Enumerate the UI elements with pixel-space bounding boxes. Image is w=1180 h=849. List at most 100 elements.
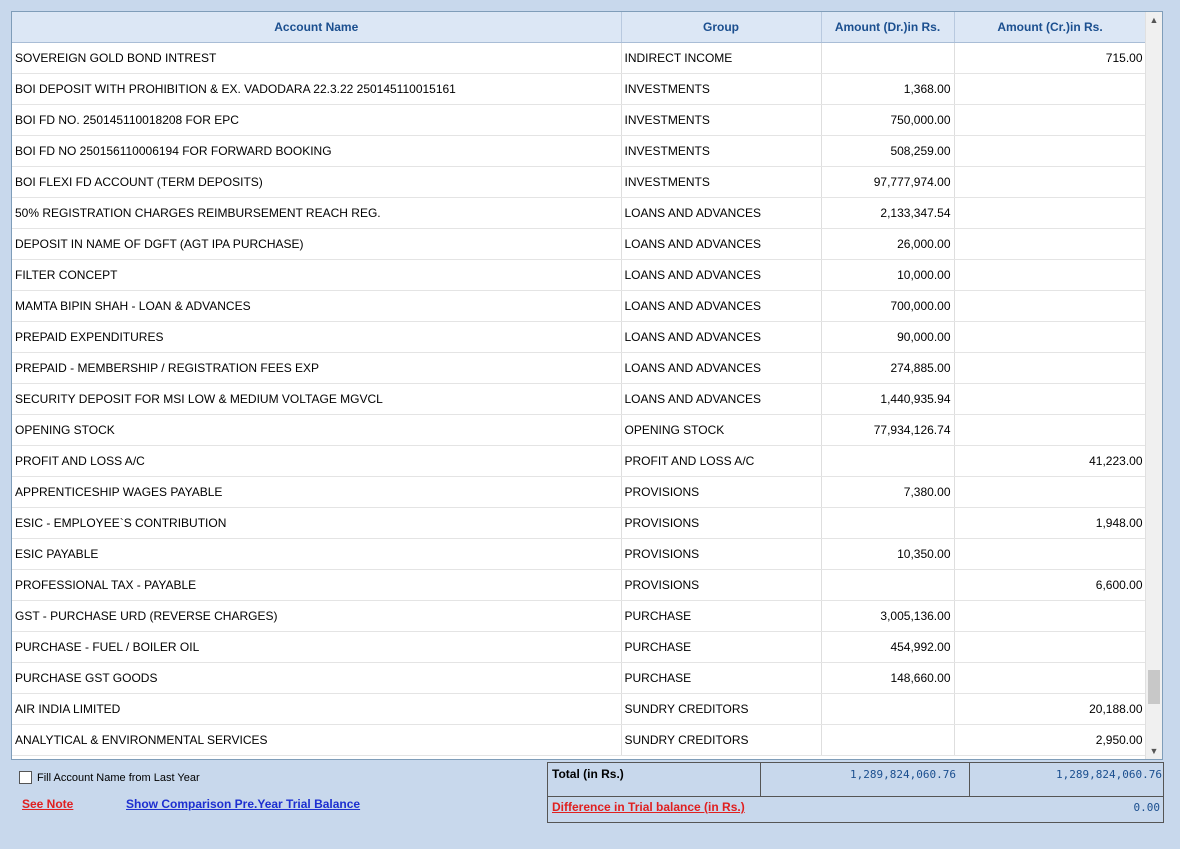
table-row[interactable]: BOI FD NO. 250145110018208 FOR EPC INVEST… [12, 104, 1147, 136]
cell-amount-dr[interactable]: 77,934,126.74 [821, 414, 955, 446]
cell-group[interactable]: INVESTMENTS [621, 135, 822, 167]
scrollbar-thumb[interactable] [1148, 670, 1160, 704]
table-row[interactable]: ESIC PAYABLE PROVISIONS 10,350.00 [12, 538, 1147, 570]
chevron-down-icon[interactable]: ▼ [1146, 743, 1162, 759]
table-row[interactable]: SOVEREIGN GOLD BOND INTREST INDIRECT INCO… [12, 42, 1147, 74]
cell-amount-cr[interactable]: 1,948.00 [954, 507, 1147, 539]
cell-group[interactable]: LOANS AND ADVANCES [621, 197, 822, 229]
cell-account-name[interactable]: PREPAID - MEMBERSHIP / REGISTRATION FEES… [12, 352, 622, 384]
cell-group[interactable]: SUNDRY CREDITORS [621, 693, 822, 725]
cell-amount-cr[interactable] [954, 600, 1147, 632]
cell-amount-cr[interactable] [954, 414, 1147, 446]
cell-amount-cr[interactable] [954, 538, 1147, 570]
column-header-account-name[interactable]: Account Name [12, 12, 622, 43]
cell-account-name[interactable]: PROFESSIONAL TAX - PAYABLE [12, 569, 622, 601]
cell-group[interactable]: INDIRECT INCOME [621, 42, 822, 74]
cell-amount-cr[interactable]: 2,950.00 [954, 724, 1147, 756]
cell-group[interactable]: LOANS AND ADVANCES [621, 228, 822, 260]
cell-account-name[interactable]: APPRENTICESHIP WAGES PAYABLE [12, 476, 622, 508]
cell-account-name[interactable]: FILTER CONCEPT [12, 259, 622, 291]
table-row[interactable]: DEPOSIT IN NAME OF DGFT (AGT IPA PURCHAS… [12, 228, 1147, 260]
cell-account-name[interactable]: BOI FD NO 250156110006194 FOR FORWARD BO… [12, 135, 622, 167]
cell-account-name[interactable]: BOI FLEXI FD ACCOUNT (TERM DEPOSITS) [12, 166, 622, 198]
cell-account-name[interactable]: SECURITY DEPOSIT FOR MSI LOW & MEDIUM VO… [12, 383, 622, 415]
column-header-amount-dr[interactable]: Amount (Dr.)in Rs. [821, 12, 955, 43]
cell-amount-cr[interactable]: 715.00 [954, 42, 1147, 74]
cell-account-name[interactable]: PURCHASE GST GOODS [12, 662, 622, 694]
cell-amount-dr[interactable] [821, 42, 955, 74]
table-row[interactable]: FILTER CONCEPT LOANS AND ADVANCES 10,000.0… [12, 259, 1147, 291]
table-row[interactable]: MAMTA BIPIN SHAH - LOAN & ADVANCES LOANS … [12, 290, 1147, 322]
cell-group[interactable]: OPENING STOCK [621, 414, 822, 446]
cell-amount-dr[interactable]: 454,992.00 [821, 631, 955, 663]
cell-group[interactable]: PROVISIONS [621, 569, 822, 601]
cell-amount-cr[interactable] [954, 228, 1147, 260]
cell-amount-cr[interactable] [954, 321, 1147, 353]
cell-amount-cr[interactable]: 41,223.00 [954, 445, 1147, 477]
table-row[interactable]: PREPAID EXPENDITURES LOANS AND ADVANCES 90… [12, 321, 1147, 353]
table-row[interactable]: BOI FD NO 250156110006194 FOR FORWARD BO… [12, 135, 1147, 167]
table-row[interactable]: APPRENTICESHIP WAGES PAYABLE PROVISIONS 7,… [12, 476, 1147, 508]
table-row[interactable]: SECURITY DEPOSIT FOR MSI LOW & MEDIUM VO… [12, 383, 1147, 415]
difference-label-link[interactable]: Difference in Trial balance (in Rs.) [552, 800, 745, 814]
fill-last-year-checkbox[interactable] [19, 771, 32, 785]
cell-amount-cr[interactable] [954, 662, 1147, 694]
cell-account-name[interactable]: DEPOSIT IN NAME OF DGFT (AGT IPA PURCHAS… [12, 228, 622, 260]
cell-account-name[interactable]: 50% REGISTRATION CHARGES REIMBURSEMENT R… [12, 197, 622, 229]
cell-account-name[interactable]: ESIC PAYABLE [12, 538, 622, 570]
cell-amount-cr[interactable] [954, 73, 1147, 105]
table-row[interactable]: ESIC - EMPLOYEE`S CONTRIBUTION PROVISIONS… [12, 507, 1147, 539]
cell-account-name[interactable]: ESIC - EMPLOYEE`S CONTRIBUTION [12, 507, 622, 539]
cell-account-name[interactable]: PROFIT AND LOSS A/C [12, 445, 622, 477]
cell-amount-cr[interactable] [954, 383, 1147, 415]
cell-account-name[interactable]: BOI DEPOSIT WITH PROHIBITION & EX. VADOD… [12, 73, 622, 105]
cell-amount-cr[interactable]: 20,188.00 [954, 693, 1147, 725]
cell-amount-dr[interactable]: 2,133,347.54 [821, 197, 955, 229]
cell-amount-dr[interactable]: 1,368.00 [821, 73, 955, 105]
cell-group[interactable]: PURCHASE [621, 662, 822, 694]
cell-amount-dr[interactable]: 26,000.00 [821, 228, 955, 260]
cell-account-name[interactable]: BOI FD NO. 250145110018208 FOR EPC [12, 104, 622, 136]
cell-group[interactable]: PROFIT AND LOSS A/C [621, 445, 822, 477]
cell-account-name[interactable]: GST - PURCHASE URD (REVERSE CHARGES) [12, 600, 622, 632]
show-comparison-link[interactable]: Show Comparison Pre.Year Trial Balance [126, 797, 360, 811]
table-row[interactable]: PURCHASE - FUEL / BOILER OIL PURCHASE 454,… [12, 631, 1147, 663]
cell-amount-cr[interactable] [954, 104, 1147, 136]
cell-amount-dr[interactable]: 10,350.00 [821, 538, 955, 570]
cell-amount-cr[interactable] [954, 166, 1147, 198]
cell-group[interactable]: PURCHASE [621, 631, 822, 663]
cell-amount-dr[interactable]: 700,000.00 [821, 290, 955, 322]
cell-amount-dr[interactable] [821, 693, 955, 725]
cell-group[interactable]: SUNDRY CREDITORS [621, 724, 822, 756]
table-row[interactable]: BOI DEPOSIT WITH PROHIBITION & EX. VADOD… [12, 73, 1147, 105]
table-row[interactable]: 50% REGISTRATION CHARGES REIMBURSEMENT R… [12, 197, 1147, 229]
cell-account-name[interactable]: ANALYTICAL & ENVIRONMENTAL SERVICES [12, 724, 622, 756]
table-row[interactable]: ANALYTICAL & ENVIRONMENTAL SERVICES SUNDR… [12, 724, 1147, 756]
cell-group[interactable]: PROVISIONS [621, 538, 822, 570]
cell-group[interactable]: PURCHASE [621, 600, 822, 632]
table-row[interactable]: BOI FLEXI FD ACCOUNT (TERM DEPOSITS) INVE… [12, 166, 1147, 198]
cell-amount-dr[interactable]: 90,000.00 [821, 321, 955, 353]
cell-account-name[interactable]: PREPAID EXPENDITURES [12, 321, 622, 353]
cell-amount-cr[interactable] [954, 352, 1147, 384]
cell-amount-cr[interactable] [954, 197, 1147, 229]
cell-amount-cr[interactable] [954, 290, 1147, 322]
cell-group[interactable]: LOANS AND ADVANCES [621, 352, 822, 384]
cell-group[interactable]: PROVISIONS [621, 476, 822, 508]
cell-amount-dr[interactable] [821, 445, 955, 477]
table-row[interactable]: GST - PURCHASE URD (REVERSE CHARGES) PURC… [12, 600, 1147, 632]
cell-group[interactable]: LOANS AND ADVANCES [621, 290, 822, 322]
column-header-group[interactable]: Group [621, 12, 822, 43]
cell-amount-dr[interactable]: 7,380.00 [821, 476, 955, 508]
cell-amount-dr[interactable]: 1,440,935.94 [821, 383, 955, 415]
chevron-up-icon[interactable]: ▲ [1146, 12, 1162, 28]
cell-group[interactable]: LOANS AND ADVANCES [621, 383, 822, 415]
cell-amount-dr[interactable]: 10,000.00 [821, 259, 955, 291]
cell-group[interactable]: LOANS AND ADVANCES [621, 321, 822, 353]
cell-account-name[interactable]: MAMTA BIPIN SHAH - LOAN & ADVANCES [12, 290, 622, 322]
cell-amount-dr[interactable] [821, 724, 955, 756]
cell-amount-dr[interactable]: 750,000.00 [821, 104, 955, 136]
cell-amount-cr[interactable] [954, 631, 1147, 663]
cell-group[interactable]: INVESTMENTS [621, 166, 822, 198]
table-row[interactable]: PREPAID - MEMBERSHIP / REGISTRATION FEES… [12, 352, 1147, 384]
